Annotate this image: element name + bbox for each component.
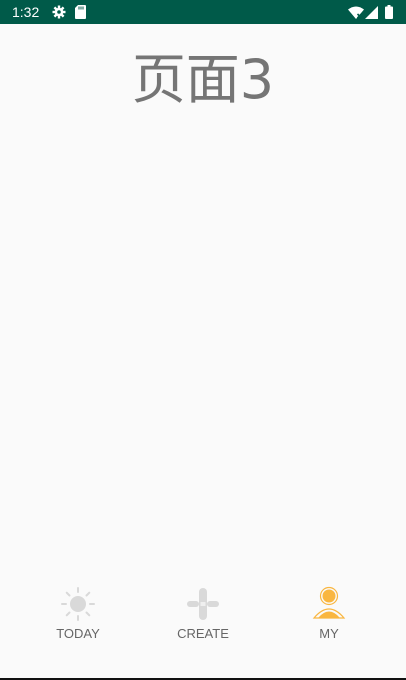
wifi-icon xyxy=(348,6,364,19)
settings-icon xyxy=(52,5,66,19)
status-time: 1:32 xyxy=(12,4,40,20)
tab-my-label: MY xyxy=(319,626,339,641)
tab-my[interactable]: MY xyxy=(279,580,379,650)
bottom-navigation: TODAY CREATE MY xyxy=(0,580,406,678)
sd-card-icon xyxy=(75,5,86,19)
tab-today[interactable]: TODAY xyxy=(28,580,128,650)
create-icon xyxy=(187,588,219,620)
tab-today-label: TODAY xyxy=(56,626,100,641)
page-title: 页面3 xyxy=(131,48,275,111)
tab-create[interactable]: CREATE xyxy=(153,580,253,650)
sun-icon xyxy=(61,587,95,621)
status-bar: 1:32 xyxy=(0,0,406,24)
battery-icon xyxy=(385,5,393,19)
person-icon xyxy=(312,586,346,619)
tab-create-label: CREATE xyxy=(177,626,229,641)
signal-icon xyxy=(365,6,378,19)
